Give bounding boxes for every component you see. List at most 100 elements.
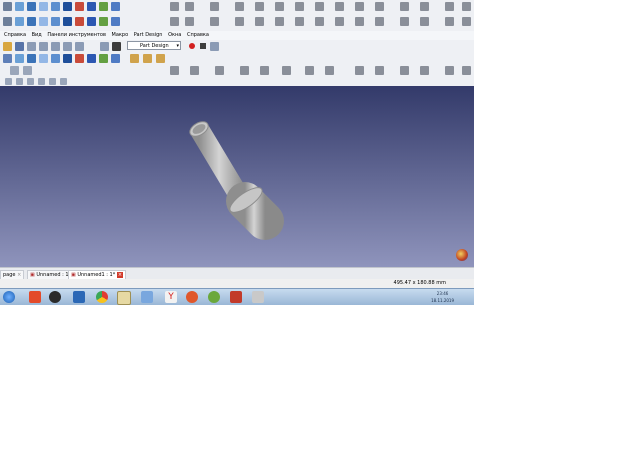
toolbar-icon[interactable]	[87, 54, 96, 63]
toolbar-icon[interactable]	[143, 54, 152, 63]
toolbar-icon[interactable]	[295, 17, 304, 26]
workbench-select[interactable]: Part Design ▾	[127, 41, 181, 50]
p-icon[interactable]	[186, 291, 198, 303]
menu-item[interactable]: Part Design	[134, 32, 163, 38]
toolbar-icon[interactable]	[282, 66, 291, 75]
toolbar-icon[interactable]	[99, 54, 108, 63]
toolbar-icon[interactable]	[375, 66, 384, 75]
toolbar-icon[interactable]	[215, 66, 224, 75]
toolbar-icon[interactable]	[355, 66, 364, 75]
toolbar-icon[interactable]	[445, 66, 454, 75]
toolbar-icon[interactable]	[60, 78, 67, 85]
toolbar-icon[interactable]	[5, 78, 12, 85]
toolbar-icon[interactable]	[420, 2, 429, 11]
close-icon[interactable]: ×	[116, 272, 124, 278]
toolbar-icon[interactable]	[111, 17, 120, 26]
chrome-icon[interactable]	[96, 291, 108, 303]
s-icon[interactable]	[208, 291, 220, 303]
toolbar-icon[interactable]	[375, 17, 384, 26]
toolbar-icon[interactable]	[462, 2, 471, 11]
toolbar-icon[interactable]	[325, 66, 334, 75]
toolbar-icon[interactable]	[16, 78, 23, 85]
toolbar-icon[interactable]	[185, 17, 194, 26]
app-icon[interactable]	[252, 291, 264, 303]
menu-item[interactable]: Панели инструментов	[47, 32, 106, 38]
toolbar-icon[interactable]	[111, 2, 120, 11]
freecad-icon[interactable]	[230, 291, 242, 303]
toolbar-icon[interactable]	[39, 17, 48, 26]
folder-icon[interactable]	[3, 42, 12, 51]
toolbar-icon[interactable]	[255, 17, 264, 26]
3d-viewport[interactable]	[0, 86, 474, 267]
toolbar-icon[interactable]	[445, 17, 454, 26]
save-icon[interactable]	[15, 42, 24, 51]
toolbar-icon[interactable]	[15, 2, 24, 11]
toolbar-icon[interactable]	[23, 66, 32, 75]
menu-item[interactable]: Справка	[187, 32, 209, 38]
toolbar-icon[interactable]	[420, 66, 429, 75]
toolbar-icon[interactable]	[63, 17, 72, 26]
menu-item[interactable]: Справка	[4, 32, 26, 38]
toolbar-icon[interactable]	[87, 17, 96, 26]
toolbar-icon[interactable]	[210, 17, 219, 26]
menu-item[interactable]: Окна	[168, 32, 181, 38]
toolbar-icon[interactable]	[87, 2, 96, 11]
toolbar-icon[interactable]	[255, 2, 264, 11]
toolbar-icon[interactable]	[63, 42, 72, 51]
toolbar-icon[interactable]	[112, 42, 121, 51]
toolbar-icon[interactable]	[39, 42, 48, 51]
toolbar-icon[interactable]	[240, 66, 249, 75]
model-shaft[interactable]	[0, 86, 474, 267]
toolbar-icon[interactable]	[190, 66, 199, 75]
yandex-icon[interactable]: Y	[165, 291, 177, 303]
toolbar-icon[interactable]	[63, 2, 72, 11]
toolbar-icon[interactable]	[51, 54, 60, 63]
toolbar-icon[interactable]	[75, 17, 84, 26]
toolbar-icon[interactable]	[100, 42, 109, 51]
toolbar-icon[interactable]	[445, 2, 454, 11]
stop-icon[interactable]	[200, 43, 206, 49]
toolbar-icon[interactable]	[400, 2, 409, 11]
toolbar-icon[interactable]	[355, 17, 364, 26]
menu-item[interactable]: Макро	[112, 32, 129, 38]
toolbar-icon[interactable]	[38, 78, 45, 85]
toolbar-icon[interactable]	[170, 2, 179, 11]
media-icon[interactable]	[49, 291, 61, 303]
toolbar-icon[interactable]	[27, 78, 34, 85]
paint-icon[interactable]	[117, 291, 131, 305]
sketch-icon[interactable]	[10, 66, 19, 75]
toolbar-icon[interactable]	[99, 2, 108, 11]
toolbar-icon[interactable]	[275, 2, 284, 11]
toolbar-icon[interactable]	[15, 17, 24, 26]
toolbar-icon[interactable]	[400, 17, 409, 26]
toolbar-icon[interactable]	[51, 17, 60, 26]
toolbar-icon[interactable]	[375, 2, 384, 11]
toolbar-icon[interactable]	[235, 2, 244, 11]
toolbar-icon[interactable]	[3, 2, 12, 11]
toolbar-icon[interactable]	[15, 54, 24, 63]
toolbar-icon[interactable]	[315, 2, 324, 11]
start-icon[interactable]	[3, 291, 15, 303]
toolbar-icon[interactable]	[27, 54, 36, 63]
toolbar-icon[interactable]	[75, 42, 84, 51]
browser-icon[interactable]	[29, 291, 41, 303]
toolbar-icon[interactable]	[275, 17, 284, 26]
toolbar-icon[interactable]	[335, 17, 344, 26]
toolbar-icon[interactable]	[111, 54, 120, 63]
mail-icon[interactable]	[73, 291, 85, 303]
toolbar-icon[interactable]	[355, 2, 364, 11]
toolbar-icon[interactable]	[315, 17, 324, 26]
toolbar-icon[interactable]	[51, 42, 60, 51]
toolbar-icon[interactable]	[75, 54, 84, 63]
toolbar-icon[interactable]	[335, 2, 344, 11]
toolbar-icon[interactable]	[260, 66, 269, 75]
toolbar-icon[interactable]	[170, 66, 179, 75]
toolbar-icon[interactable]	[156, 54, 165, 63]
toolbar-icon[interactable]	[39, 2, 48, 11]
app-icon[interactable]	[141, 291, 153, 303]
record-icon[interactable]	[189, 43, 195, 49]
toolbar-icon[interactable]	[170, 17, 179, 26]
toolbar-icon[interactable]	[462, 17, 471, 26]
toolbar-icon[interactable]	[305, 66, 314, 75]
toolbar-icon[interactable]	[75, 2, 84, 11]
